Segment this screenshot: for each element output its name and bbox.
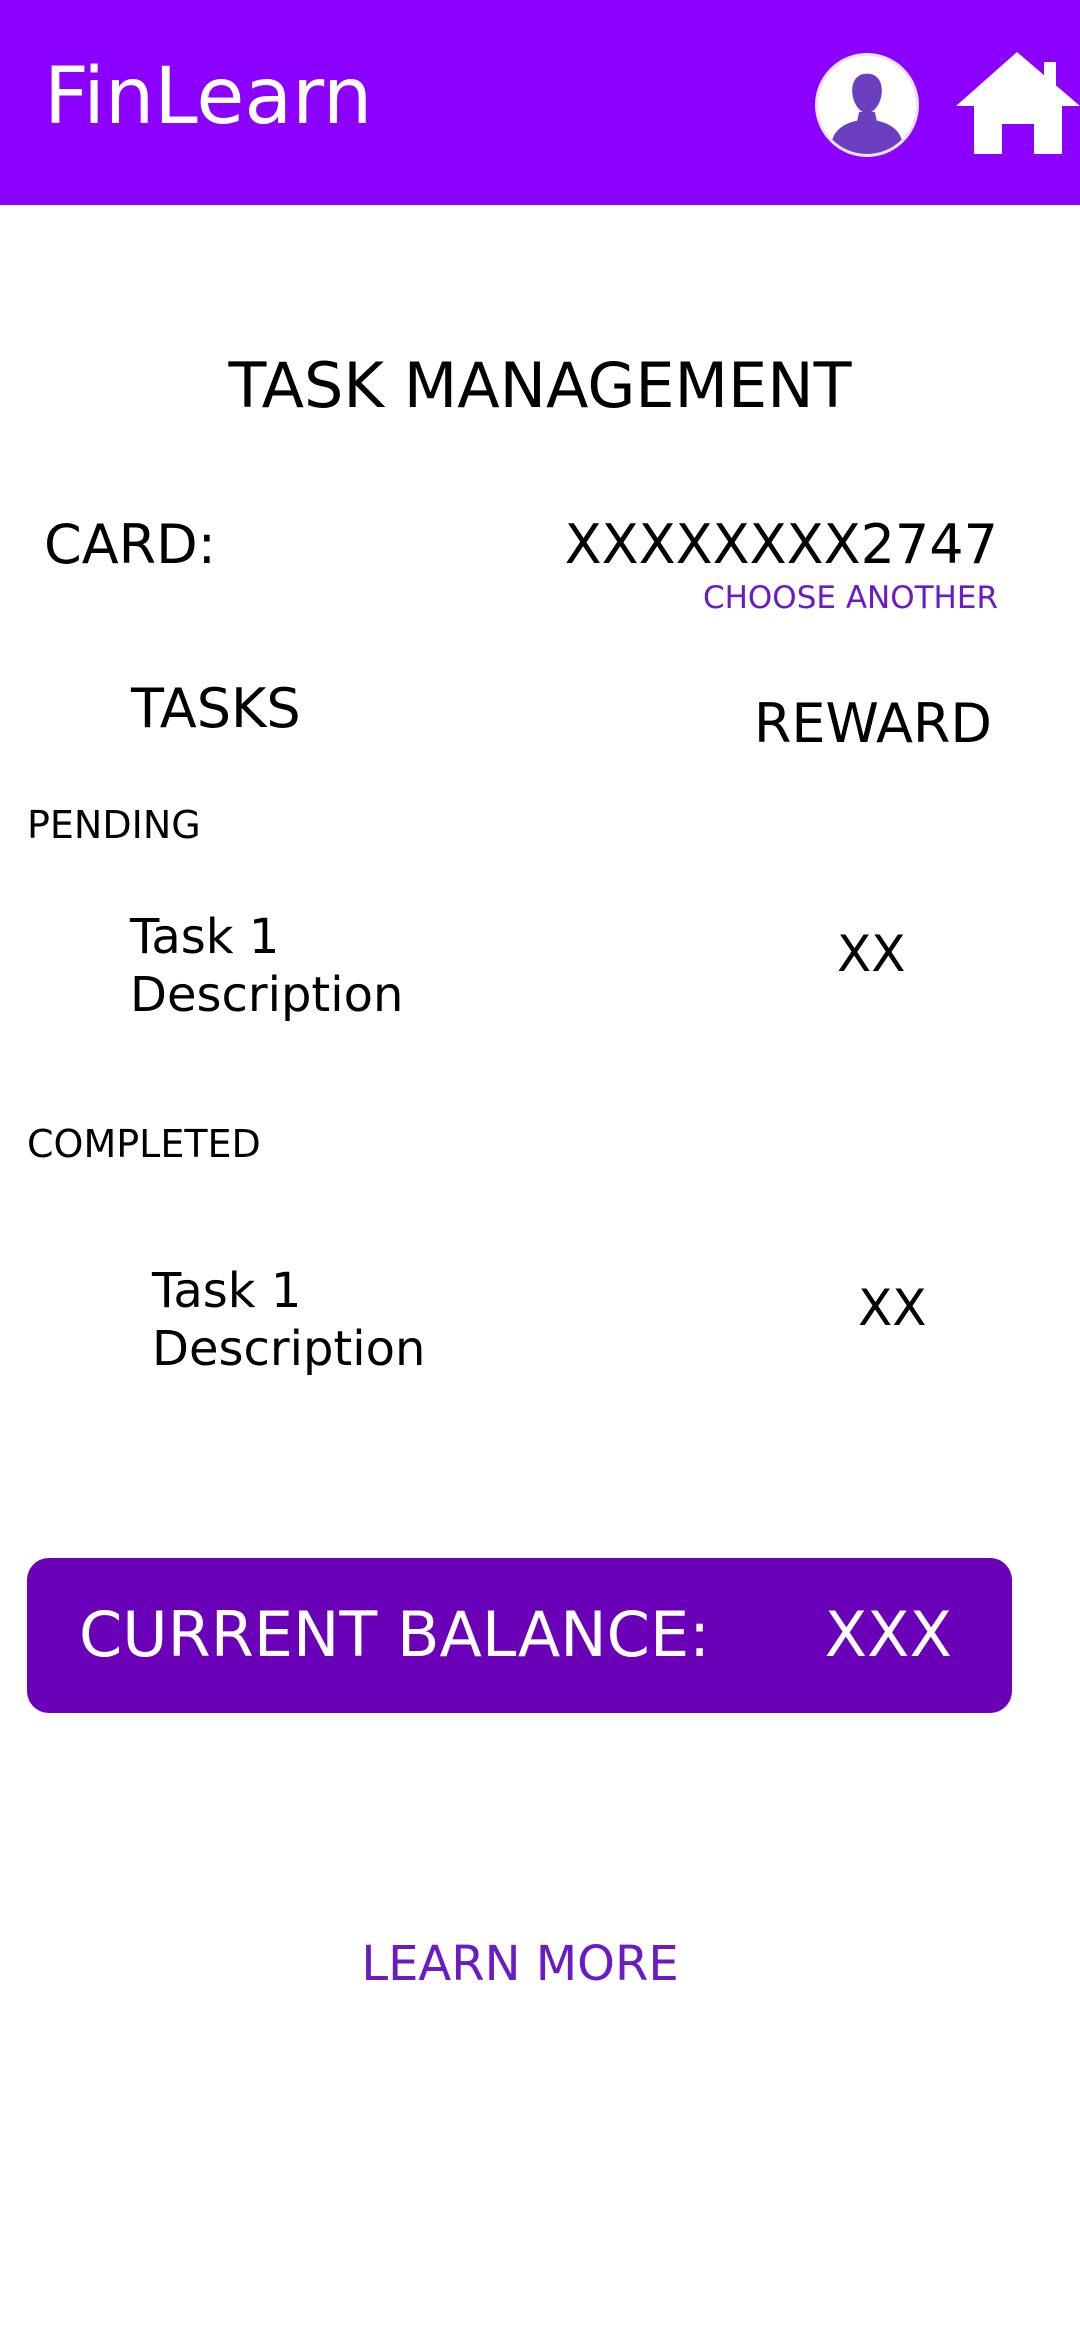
current-balance-label: CURRENT BALANCE: (79, 1598, 711, 1671)
user-avatar-icon[interactable] (815, 53, 919, 157)
app-bar: FinLearn (0, 0, 1080, 205)
learn-more-link[interactable]: LEARN MORE (0, 1940, 1040, 1988)
reward-column-header: REWARD (753, 692, 992, 755)
card-label: CARD: (44, 513, 216, 576)
current-balance-value: XXX (824, 1598, 952, 1671)
page-title: TASK MANAGEMENT (228, 349, 852, 422)
pending-section-label: PENDING (27, 803, 201, 847)
completed-section-label: COMPLETED (27, 1122, 261, 1166)
card-number: XXXXXXXX2747 (564, 513, 998, 576)
choose-another-card-link[interactable]: CHOOSE ANOTHER (703, 583, 998, 614)
completed-task-description[interactable]: Task 1 Description (152, 1262, 452, 1378)
completed-task-reward: XX (858, 1279, 927, 1337)
pending-task-description[interactable]: Task 1 Description (130, 908, 430, 1024)
current-balance-box: CURRENT BALANCE: XXX (27, 1558, 1012, 1713)
app-title: FinLearn (44, 52, 373, 142)
pending-task-reward: XX (837, 925, 906, 983)
home-icon[interactable] (952, 50, 1080, 160)
tasks-column-header: TASKS (131, 677, 301, 740)
